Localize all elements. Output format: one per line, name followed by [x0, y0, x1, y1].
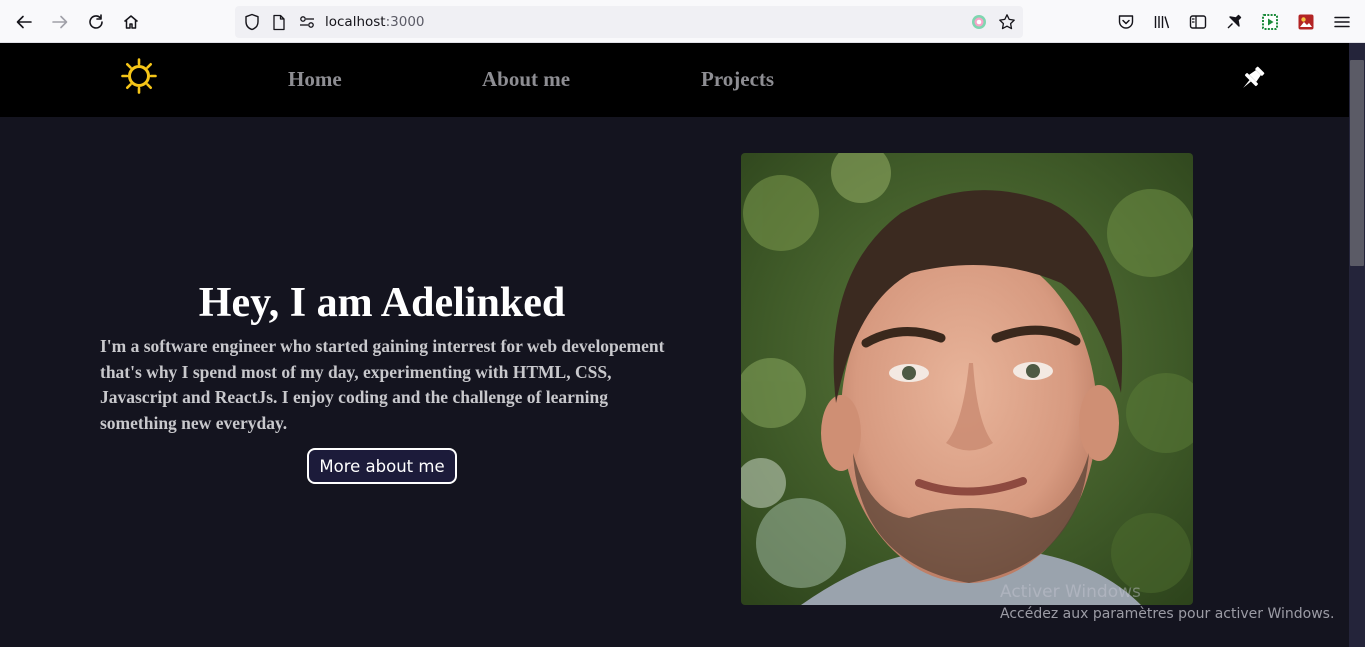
reload-icon[interactable]: [83, 9, 109, 35]
page-icon[interactable]: [266, 9, 292, 35]
pocket-icon[interactable]: [1113, 9, 1139, 35]
back-icon[interactable]: [11, 9, 37, 35]
url-text[interactable]: localhost:3000: [325, 14, 425, 30]
windows-activation-title: Activer Windows: [1000, 582, 1141, 602]
sidebar-icon[interactable]: [1185, 9, 1211, 35]
pin-icon[interactable]: [1236, 63, 1268, 95]
hero-heading: Hey, I am Adelinked: [198, 280, 566, 326]
hero-description: I'm a software engineer who started gain…: [100, 336, 665, 433]
windows-activation-subtitle: Accédez aux paramètres pour activer Wind…: [1000, 606, 1335, 622]
browser-toolbar: localhost:3000: [0, 0, 1365, 43]
media-extension-icon[interactable]: [1257, 9, 1283, 35]
bookmark-star-icon[interactable]: [994, 9, 1020, 35]
extensions-icon[interactable]: [1221, 9, 1247, 35]
site-navbar: Home About me Projects: [0, 43, 1349, 117]
more-about-me-button[interactable]: More about me: [307, 448, 457, 484]
scrollbar-thumb[interactable]: [1350, 60, 1364, 266]
extension-icon[interactable]: [966, 9, 992, 35]
home-icon[interactable]: [118, 9, 144, 35]
forward-icon[interactable]: [47, 9, 73, 35]
url-port: :3000: [385, 14, 425, 30]
url-bar[interactable]: localhost:3000: [235, 6, 1023, 38]
nav-link-home[interactable]: Home: [288, 67, 342, 92]
shield-icon[interactable]: [239, 9, 265, 35]
profile-photo: [741, 153, 1193, 605]
sun-icon[interactable]: [120, 57, 158, 95]
nav-link-projects[interactable]: Projects: [701, 67, 774, 92]
permissions-icon[interactable]: [294, 9, 320, 35]
menu-icon[interactable]: [1329, 9, 1355, 35]
url-host: localhost: [325, 14, 386, 30]
addon-icon[interactable]: [1293, 9, 1319, 35]
library-icon[interactable]: [1149, 9, 1175, 35]
nav-link-about-me[interactable]: About me: [482, 67, 570, 92]
